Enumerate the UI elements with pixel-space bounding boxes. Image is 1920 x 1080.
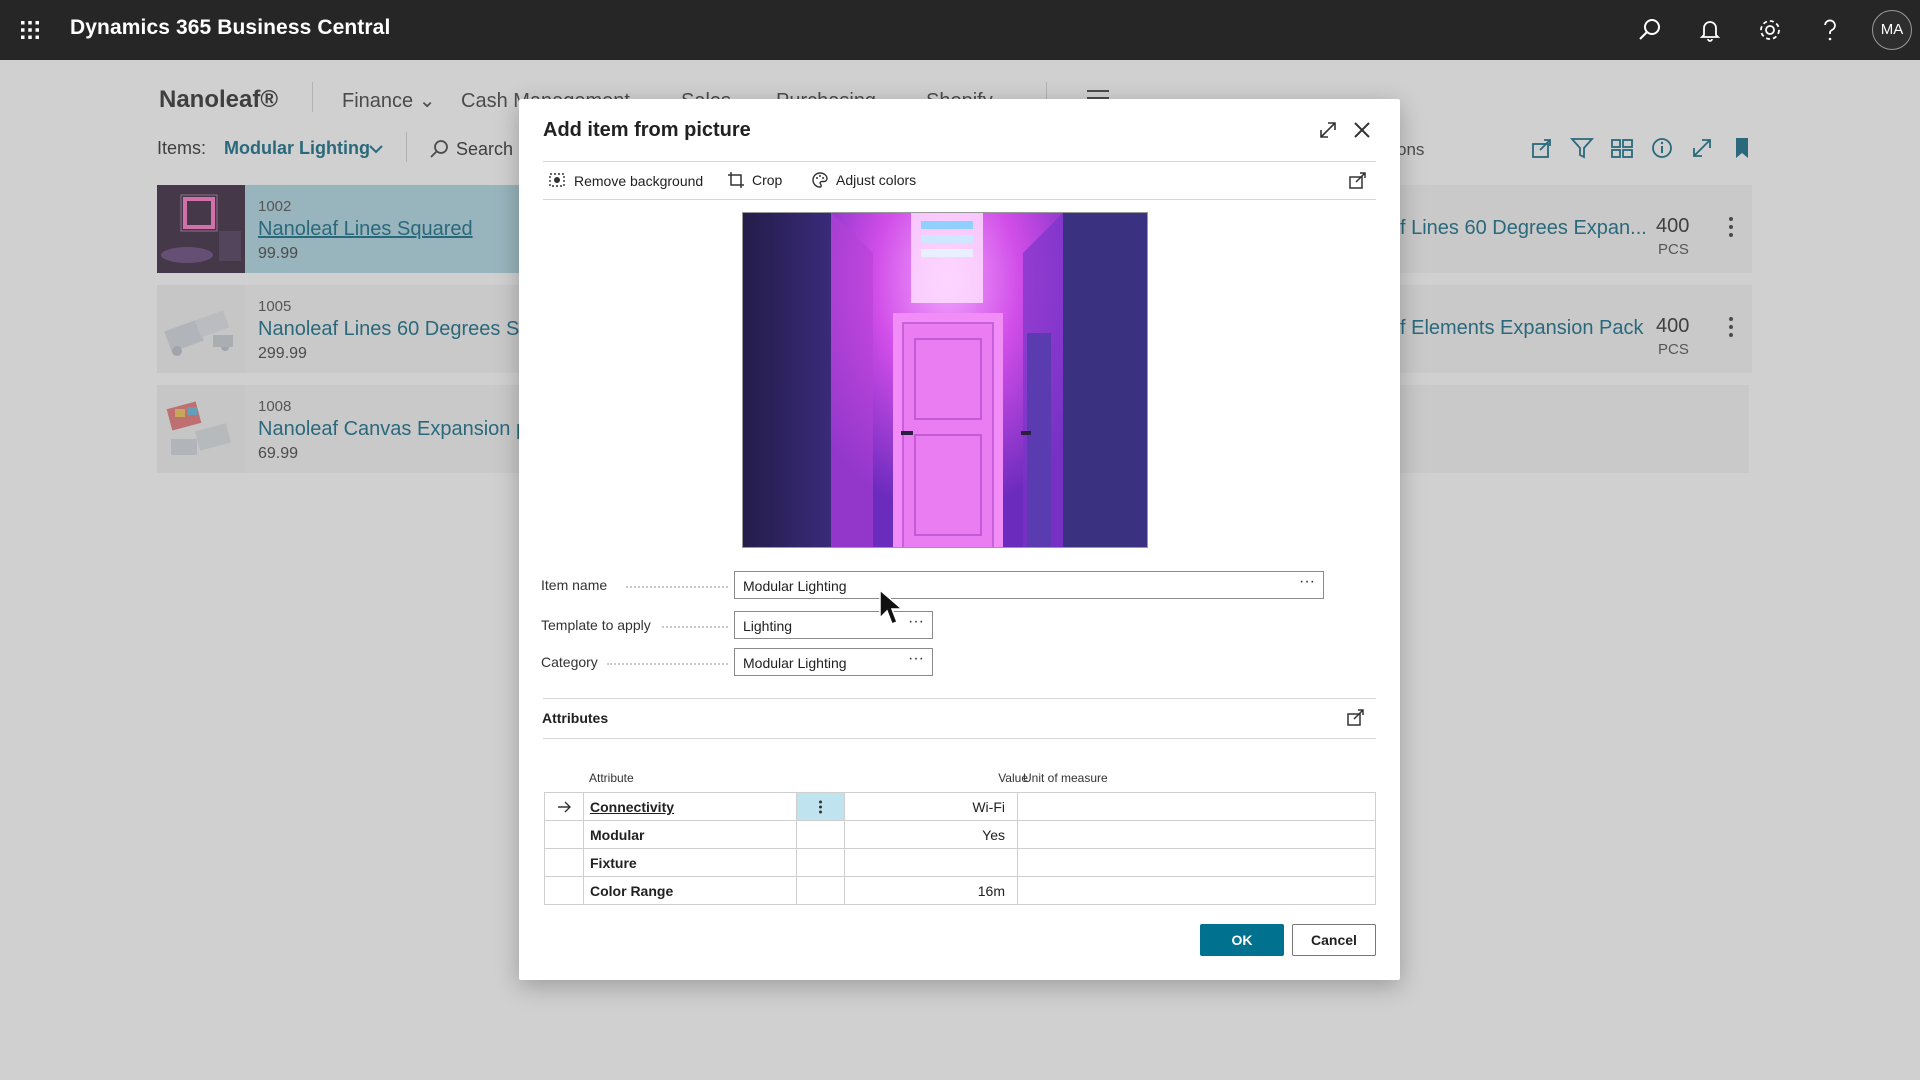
remove-background-button[interactable]: Remove background bbox=[547, 171, 703, 191]
attribute-name[interactable]: Color Range bbox=[590, 877, 673, 905]
attribute-name[interactable]: Modular bbox=[590, 821, 644, 849]
crop-label: Crop bbox=[752, 172, 783, 188]
column-header-unit[interactable]: Unit of measure bbox=[1023, 771, 1108, 785]
adjust-colors-label: Adjust colors bbox=[836, 172, 917, 188]
avatar[interactable]: MA bbox=[1872, 10, 1912, 50]
bell-icon[interactable] bbox=[1694, 14, 1726, 46]
attribute-name[interactable]: Connectivity bbox=[590, 793, 674, 821]
category-field[interactable]: Modular Lighting ··· bbox=[734, 648, 933, 676]
app-title[interactable]: Dynamics 365 Business Central bbox=[70, 16, 390, 40]
column-header-attribute[interactable]: Attribute bbox=[589, 771, 634, 785]
field-leader bbox=[607, 663, 728, 665]
search-icon[interactable] bbox=[1634, 14, 1666, 46]
table-row[interactable]: Modular Yes bbox=[544, 820, 1376, 849]
dialog-title: Add item from picture bbox=[543, 119, 751, 141]
add-item-from-picture-dialog: Add item from picture Remove background … bbox=[519, 99, 1400, 980]
item-name-field[interactable]: Modular Lighting ··· bbox=[734, 571, 1324, 599]
crop-icon bbox=[728, 172, 744, 188]
item-picture bbox=[742, 212, 1148, 548]
remove-background-icon bbox=[549, 173, 565, 187]
lookup-button[interactable]: ··· bbox=[908, 650, 924, 668]
attributes-table: Connectivity Wi-Fi Modular Yes Fixture C… bbox=[544, 792, 1376, 905]
top-bar: Dynamics 365 Business Central MA bbox=[0, 0, 1920, 60]
attribute-value[interactable]: Wi-Fi bbox=[845, 793, 1015, 821]
divider bbox=[543, 199, 1376, 200]
lookup-button[interactable]: ··· bbox=[908, 613, 924, 631]
row-indicator-arrow-icon bbox=[555, 793, 575, 821]
cancel-button[interactable]: Cancel bbox=[1292, 924, 1376, 956]
table-row[interactable]: Fixture bbox=[544, 848, 1376, 877]
share-icon[interactable] bbox=[1345, 706, 1367, 728]
remove-background-label: Remove background bbox=[574, 173, 704, 189]
divider bbox=[543, 738, 1376, 739]
category-value: Modular Lighting bbox=[743, 655, 847, 671]
divider bbox=[543, 161, 1376, 162]
table-row[interactable]: Connectivity Wi-Fi bbox=[544, 792, 1376, 821]
ok-button[interactable]: OK bbox=[1200, 924, 1284, 956]
attributes-heading: Attributes bbox=[542, 710, 609, 726]
attribute-name[interactable]: Fixture bbox=[590, 849, 637, 877]
field-leader bbox=[662, 626, 728, 628]
lookup-button[interactable]: ··· bbox=[1299, 573, 1315, 591]
item-name-value: Modular Lighting bbox=[743, 578, 847, 594]
template-label: Template to apply bbox=[541, 617, 651, 633]
adjust-colors-button[interactable]: Adjust colors bbox=[811, 171, 916, 189]
more-options-icon bbox=[819, 800, 822, 814]
divider bbox=[543, 698, 1376, 699]
expand-icon[interactable] bbox=[1316, 118, 1340, 142]
attribute-value[interactable] bbox=[845, 849, 1015, 877]
palette-icon bbox=[812, 172, 828, 188]
row-menu-button[interactable] bbox=[797, 793, 844, 821]
table-row[interactable]: Color Range 16m bbox=[544, 876, 1376, 905]
crop-button[interactable]: Crop bbox=[727, 171, 782, 189]
category-label: Category bbox=[541, 654, 598, 670]
item-name-label: Item name bbox=[541, 577, 608, 593]
mouse-cursor-icon bbox=[878, 588, 904, 628]
share-icon[interactable] bbox=[1347, 169, 1369, 191]
attribute-value[interactable]: 16m bbox=[845, 877, 1015, 905]
help-icon[interactable] bbox=[1814, 14, 1846, 46]
column-header-value[interactable]: Value bbox=[978, 771, 1028, 785]
field-leader bbox=[626, 586, 728, 588]
template-value: Lighting bbox=[743, 618, 793, 634]
attribute-value[interactable]: Yes bbox=[845, 821, 1015, 849]
close-icon[interactable] bbox=[1348, 116, 1376, 144]
app-launcher-icon[interactable] bbox=[14, 14, 46, 46]
gear-icon[interactable] bbox=[1754, 14, 1786, 46]
